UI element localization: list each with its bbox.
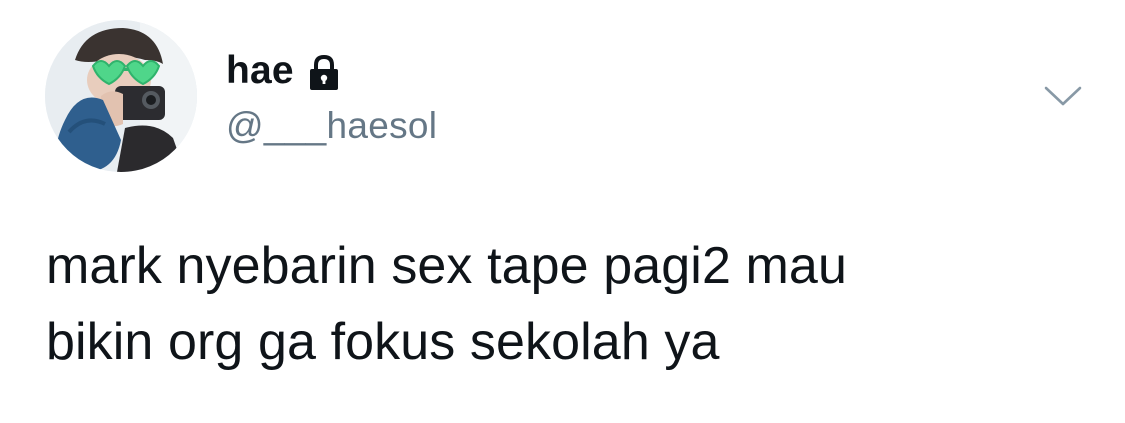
profile-photo-icon bbox=[45, 20, 197, 172]
user-handle[interactable]: @___haesol bbox=[226, 104, 437, 148]
display-name[interactable]: hae bbox=[226, 46, 294, 96]
tweet-text-line: bikin org ga fokus sekolah ya bbox=[46, 313, 720, 371]
tweet-text-line: mark nyebarin sex tape pagi2 mau bbox=[46, 237, 847, 295]
lock-icon bbox=[308, 54, 340, 91]
avatar[interactable] bbox=[45, 20, 197, 172]
tweet-card: hae @___haesol mark nyebarin sex tape pa… bbox=[0, 0, 1125, 423]
tweet-menu-button[interactable] bbox=[1040, 80, 1086, 114]
chevron-down-icon bbox=[1044, 86, 1082, 106]
tweet-author[interactable]: hae @___haesol bbox=[226, 46, 437, 148]
tweet-text: mark nyebarin sex tape pagi2 mau bikin o… bbox=[46, 228, 1066, 380]
name-row: hae bbox=[226, 46, 437, 96]
